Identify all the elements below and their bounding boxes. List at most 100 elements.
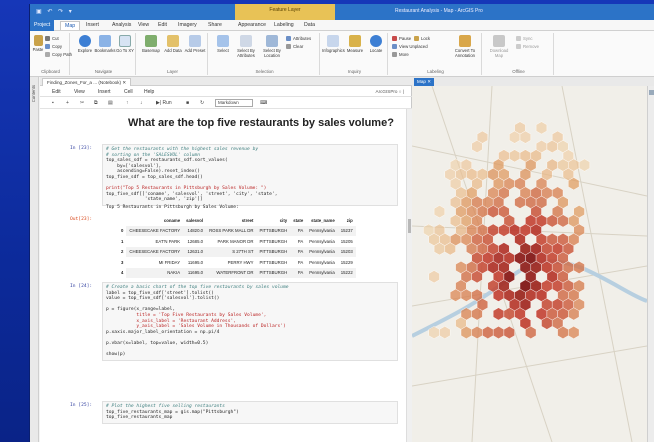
code-cell[interactable]: # Get the restaurants with the highest s…	[102, 144, 398, 206]
add-data-icon	[167, 35, 179, 47]
select-by-location-button[interactable]: Select By Location	[260, 35, 284, 58]
copy-button[interactable]: Copy	[45, 44, 62, 50]
ribbon-tab-share[interactable]: Share	[204, 21, 226, 30]
restart-icon[interactable]: ↻	[200, 100, 204, 106]
download-map-button[interactable]: Download Map	[486, 35, 512, 58]
menu-edit[interactable]: Edit	[52, 89, 61, 95]
table-cell: PARK MANOR DR	[217, 238, 254, 244]
table-cell: PITTSBURGH	[256, 246, 291, 257]
add-cell-icon[interactable]: +	[66, 100, 69, 106]
code-cell[interactable]: # Plot the highest five selling restaura…	[102, 401, 398, 424]
sync-icon	[516, 36, 521, 42]
hexbin-cell	[492, 307, 505, 321]
keyboard-icon[interactable]: ⌨	[260, 100, 267, 106]
ribbon-tab-view[interactable]: View	[134, 21, 153, 30]
notebook-tab-strip: Finding_Zones_For_a ... (Notebook) ✕	[40, 77, 412, 86]
ribbon: Paste Cut Copy Copy Path Clipboard Explo…	[30, 31, 654, 77]
ribbon-tab-project[interactable]: Project	[30, 20, 55, 31]
notebook-tab[interactable]: Finding_Zones_For_a ... (Notebook) ✕	[42, 78, 132, 86]
notebook-toolbar: ▪ + ✂ ⧉ ▤ ↑ ↓ ▶| Run ■ ↻ Markdown ⌨	[40, 97, 412, 109]
attributes-button[interactable]: Attributes	[286, 36, 311, 42]
pause-labeling-button[interactable]: Pause	[392, 36, 411, 42]
save-icon[interactable]: ▪	[52, 100, 54, 106]
view-unplaced-button[interactable]: View Unplaced	[392, 44, 428, 50]
lock-labels-button[interactable]: Lock	[414, 36, 430, 42]
add-data-button[interactable]: Add Data	[162, 35, 184, 53]
labeling-more-button[interactable]: More	[392, 52, 409, 58]
copy-cell-icon[interactable]: ⧉	[94, 100, 98, 106]
quick-access-toolbar[interactable]: ▣ ↶ ↷ ▾	[36, 8, 74, 15]
scrollbar-thumb[interactable]	[408, 219, 411, 233]
select-by-attributes-button[interactable]: Select By Attributes	[234, 35, 258, 58]
clear-button[interactable]: Clear	[286, 44, 303, 50]
layer-group-label: Layer	[167, 69, 178, 74]
measure-button[interactable]: Measure	[344, 35, 366, 53]
menu-insert[interactable]: Insert	[98, 89, 111, 95]
paste-cell-icon[interactable]: ▤	[108, 100, 113, 106]
labeling-group-label: Labeling	[427, 69, 444, 74]
hexbin-cell	[535, 121, 548, 135]
basemap-button[interactable]: Basemap	[140, 35, 162, 53]
explore-button[interactable]: Explore	[74, 35, 96, 53]
table-row: 4 NAKIA 11695.0 WATERFRONT DR PITTSBURGH PA Pe…	[118, 267, 356, 278]
table-cell: PITTSBURGH	[259, 238, 288, 244]
layer-group: Basemap Add Data Add Preset Layer	[138, 33, 208, 75]
contents-pane-strip[interactable]: Contents	[30, 77, 39, 442]
move-up-icon[interactable]: ↑	[126, 100, 129, 106]
table-cell: PITTSBURGH	[259, 259, 288, 265]
pane-icon[interactable]	[649, 90, 654, 95]
go-to-xy-button[interactable]: Go To XY	[114, 35, 136, 53]
ribbon-tab-labeling[interactable]: Labeling	[270, 21, 298, 30]
cell-prompt: In [25]:	[70, 403, 93, 408]
copy-path-button[interactable]: Copy Path	[45, 52, 72, 58]
select-button[interactable]: Select	[212, 35, 234, 53]
code-line: 'state_name', 'zip']]	[106, 197, 203, 203]
code-cell[interactable]: # Create a basic chart of the top five r…	[102, 282, 398, 361]
menu-help[interactable]: Help	[144, 89, 154, 95]
table-cell: Pennsylvania	[306, 225, 338, 236]
hexbin-cell	[433, 205, 445, 219]
ribbon-tab-map[interactable]: Map	[60, 21, 81, 30]
locate-icon	[370, 35, 382, 47]
cell-type-select[interactable]: Markdown	[215, 99, 253, 107]
hexbin-cell	[509, 149, 521, 163]
cut-button[interactable]: Cut	[45, 36, 59, 42]
inquiry-group-label: Inquiry	[347, 69, 362, 74]
hexbin-cell	[428, 270, 440, 284]
ribbon-tab-data[interactable]: Data	[300, 21, 319, 30]
ribbon-tab-insert[interactable]: Insert	[82, 21, 103, 30]
infographics-button[interactable]: Infographics	[322, 35, 345, 53]
table-cell: Pennsylvania	[309, 238, 335, 244]
ribbon-tab-analysis[interactable]: Analysis	[108, 21, 135, 30]
remove-button[interactable]: Remove	[516, 44, 539, 50]
title-bar: ▣ ↶ ↷ ▾ Feature Layer Restaurant Analysi…	[30, 4, 654, 20]
map-tab[interactable]: Map ✕	[414, 78, 435, 86]
paste-button[interactable]: Paste	[32, 35, 44, 52]
right-pane-strip[interactable]	[647, 86, 654, 442]
sync-button[interactable]: Sync	[516, 36, 533, 42]
cut-cell-icon[interactable]: ✂	[80, 100, 84, 106]
view-unplaced-icon	[392, 44, 397, 50]
locate-button[interactable]: Locate	[365, 35, 387, 53]
add-preset-button[interactable]: Add Preset	[184, 35, 206, 53]
basemap-icon	[145, 35, 157, 47]
ribbon-tab-edit[interactable]: Edit	[154, 21, 171, 30]
move-down-icon[interactable]: ↓	[140, 100, 143, 106]
stdout-text: Top 5 Restaurants in Pittsburgh by Sales…	[106, 205, 239, 210]
column-header: state	[293, 217, 304, 223]
ribbon-tab-imagery[interactable]: Imagery	[174, 21, 201, 30]
map-view[interactable]	[412, 86, 647, 442]
navigate-group-label: Navigate	[94, 69, 113, 74]
markdown-heading: What are the top five restaurants by sal…	[128, 117, 394, 129]
select-by-attributes-icon	[240, 35, 252, 47]
menu-view[interactable]: View	[74, 89, 85, 95]
ribbon-tab-appearance[interactable]: Appearance	[234, 21, 270, 30]
run-button[interactable]: ▶| Run	[156, 100, 172, 106]
table-header-row: coname salesvol street city state state_name z…	[118, 215, 356, 226]
menu-cell[interactable]: Cell	[124, 89, 133, 95]
stop-icon[interactable]: ■	[186, 100, 189, 106]
explore-icon	[79, 35, 91, 47]
convert-to-annotation-button[interactable]: Convert To Annotation	[452, 35, 478, 58]
table-cell: PITTSBURGH	[256, 225, 291, 236]
bookmarks-button[interactable]: Bookmarks	[94, 35, 116, 53]
